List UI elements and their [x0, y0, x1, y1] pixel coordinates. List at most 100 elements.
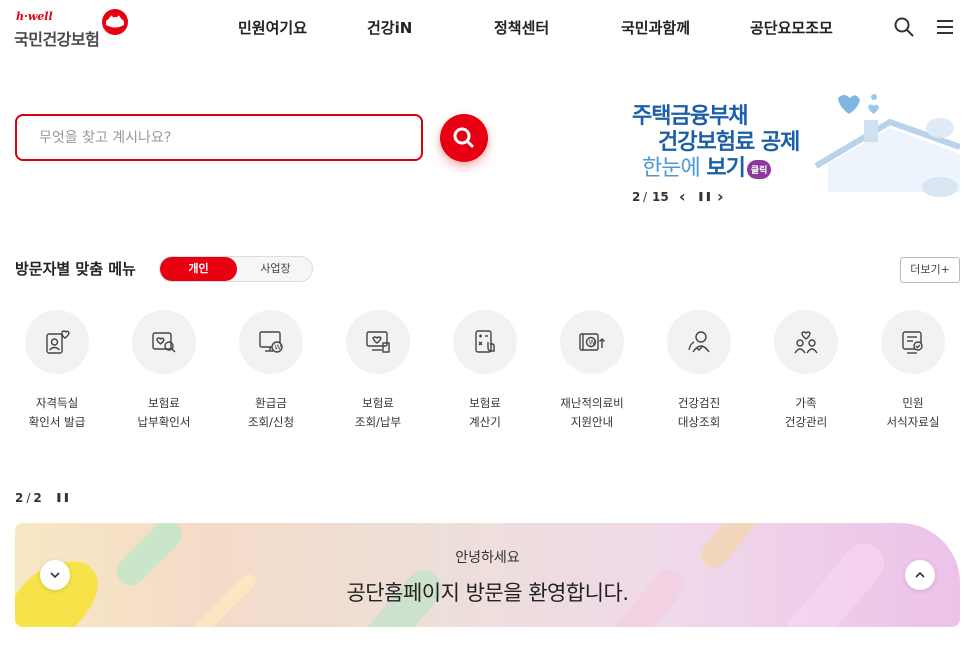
welcome-collapse-button[interactable]	[40, 560, 70, 590]
banner-page-total: 15	[652, 190, 669, 204]
menu-icon-wrap	[346, 310, 410, 374]
svg-text:W: W	[589, 339, 596, 347]
banner-line-3b: 보기	[699, 156, 745, 181]
welcome-pager: 2/2 ❚❚	[15, 491, 70, 505]
quick-menu: 자격득실 확인서 발급 보험료 납부확인서 W 환급금 조회/신청 보험료 조회…	[0, 310, 966, 440]
menu-icon-wrap	[881, 310, 945, 374]
welcome-greeting: 안녕하세요	[455, 550, 520, 566]
logo-name: 국민건강보험	[14, 30, 100, 49]
tab-business[interactable]: 사업장	[237, 257, 314, 281]
menu-label-line2: 조회/납부	[354, 415, 402, 429]
calculator-icon	[475, 330, 495, 353]
chevron-down-icon	[50, 572, 60, 579]
more-button[interactable]: 더보기+	[900, 257, 960, 283]
menu-label: 보험료조회/납부	[325, 394, 431, 432]
menu-label-line2: 확인서 발급	[28, 415, 86, 429]
menu-label-line1: 자격득실	[35, 396, 79, 410]
menu-item-calculator[interactable]: 보험료계산기	[432, 310, 538, 435]
welcome-expand-button[interactable]	[905, 560, 935, 590]
menu-label: 재난적의료비지원안내	[539, 394, 645, 432]
menu-label-line2: 계산기	[469, 415, 501, 429]
menu-label-line1: 보험료	[148, 396, 180, 410]
menu-label-line1: 보험료	[362, 396, 394, 410]
menu-label-line1: 재난적의료비	[560, 396, 624, 410]
banner-page-current: 2	[632, 190, 641, 204]
site-logo[interactable]: h·well 국민건강보험	[14, 8, 134, 49]
welcome-pause-button[interactable]: ❚❚	[55, 493, 70, 503]
logo-mark-icon	[102, 9, 128, 35]
menu-label-line2: 지원안내	[570, 415, 614, 429]
welcome-page-current: 2	[15, 491, 24, 505]
menu-label-line1: 건강검진	[677, 396, 721, 410]
menu-item-checkup[interactable]: 건강검진대상조회	[646, 310, 752, 435]
nav-item-together[interactable]: 국민과함께	[621, 17, 690, 38]
family-heart-icon	[794, 331, 818, 354]
banner-next-button[interactable]: ›	[717, 187, 724, 206]
nav-item-about[interactable]: 공단요모조모	[750, 17, 833, 38]
menu-icon-wrap: W	[239, 310, 303, 374]
hamburger-menu-icon[interactable]	[934, 16, 956, 38]
banner-page-separator: /	[643, 190, 648, 204]
banner-line-3: 한눈에 보기 클릭	[642, 150, 772, 182]
document-search-icon	[152, 332, 176, 353]
people-check-icon	[688, 331, 710, 353]
menu-item-payment-certificate[interactable]: 보험료납부확인서	[111, 310, 217, 435]
menu-label: 자격득실확인서 발급	[4, 394, 110, 432]
menu-icon-wrap	[774, 310, 838, 374]
search-button-icon	[453, 127, 474, 148]
logo-hwell: h·well	[16, 10, 53, 23]
menu-label: 환급금조회/신청	[218, 394, 324, 432]
money-support-icon: W	[579, 333, 605, 351]
menu-label-line2: 서식자료실	[886, 415, 940, 429]
banner-pause-button[interactable]: ❚❚	[697, 192, 712, 202]
banner-line-3a: 한눈에	[642, 156, 701, 181]
menu-label-line2: 납부확인서	[137, 415, 191, 429]
menu-label-line2: 대상조회	[677, 415, 721, 429]
menu-label-line1: 민원	[902, 396, 924, 410]
svg-text:W: W	[274, 344, 281, 352]
menu-label: 보험료납부확인서	[111, 394, 217, 432]
menu-item-refund[interactable]: W 환급금조회/신청	[218, 310, 324, 435]
chevron-up-icon	[915, 571, 925, 578]
menu-item-family-health[interactable]: 가족건강관리	[753, 310, 859, 435]
menu-label-line2: 건강관리	[784, 415, 828, 429]
form-document-icon	[902, 331, 923, 354]
menu-icon-wrap: W	[560, 310, 624, 374]
welcome-message: 공단홈페이지 방문을 환영합니다.	[346, 581, 629, 605]
menu-item-forms[interactable]: 민원서식자료실	[860, 310, 966, 435]
person-heart-icon	[46, 330, 70, 354]
menu-icon-wrap	[667, 310, 731, 374]
menu-label-line1: 가족	[795, 396, 817, 410]
banner-prev-button[interactable]: ‹	[679, 187, 686, 206]
menu-item-medical-support[interactable]: W 재난적의료비지원안내	[539, 310, 645, 435]
promo-banner[interactable]: 주택금융부채 건강보험료 공제 한눈에 보기 클릭	[620, 92, 960, 197]
nav-item-health-in[interactable]: 건강iN	[367, 17, 412, 38]
custom-menu-title: 방문자별 맞춤 메뉴	[15, 260, 136, 278]
menu-label: 보험료계산기	[432, 394, 538, 432]
menu-label-line1: 환급금	[255, 396, 287, 410]
search-icon[interactable]	[893, 16, 915, 38]
welcome-page-separator: /	[26, 491, 31, 505]
search-box	[15, 114, 423, 161]
banner-click-badge: 클릭	[746, 159, 772, 179]
menu-label: 민원서식자료실	[860, 394, 966, 432]
menu-item-qualification[interactable]: 자격득실확인서 발급	[4, 310, 110, 435]
menu-label: 가족건강관리	[753, 394, 859, 432]
welcome-decoration	[15, 523, 884, 627]
nav-item-policy[interactable]: 정책센터	[494, 17, 549, 38]
monitor-heart-icon	[366, 331, 390, 353]
welcome-page-total: 2	[33, 491, 42, 505]
menu-icon-wrap	[453, 310, 517, 374]
monitor-won-icon: W	[259, 331, 283, 353]
menu-icon-wrap	[132, 310, 196, 374]
menu-label-line1: 보험료	[469, 396, 501, 410]
search-input[interactable]	[17, 116, 421, 159]
tab-personal[interactable]: 개인	[160, 257, 237, 281]
menu-label-line2: 조회/신청	[247, 415, 295, 429]
menu-icon-wrap	[25, 310, 89, 374]
visitor-type-toggle: 개인 사업장	[159, 256, 313, 282]
menu-item-premium-payment[interactable]: 보험료조회/납부	[325, 310, 431, 435]
nav-item-civil[interactable]: 민원여기요	[238, 17, 307, 38]
welcome-banner: 안녕하세요 공단홈페이지 방문을 환영합니다.	[15, 523, 960, 627]
search-button[interactable]	[440, 114, 488, 162]
